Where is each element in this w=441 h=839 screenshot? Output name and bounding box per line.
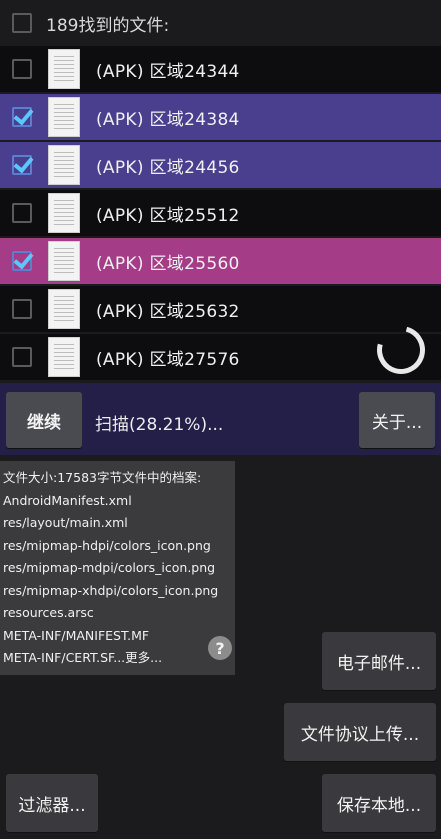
file-name: (APK) 区域24344 bbox=[96, 61, 240, 82]
file-checkbox[interactable] bbox=[12, 107, 32, 127]
document-icon bbox=[48, 193, 80, 233]
archive-entry: META-INF/MANIFEST.MF bbox=[3, 627, 150, 643]
file-checkbox[interactable] bbox=[12, 155, 32, 175]
save-local-button[interactable]: 保存本地... bbox=[322, 774, 436, 832]
file-checkbox[interactable] bbox=[12, 59, 32, 79]
file-name: (APK) 区域24456 bbox=[96, 157, 240, 178]
file-checkbox[interactable] bbox=[12, 251, 32, 271]
select-all-checkbox[interactable] bbox=[12, 13, 32, 33]
document-icon bbox=[48, 289, 80, 329]
file-name: (APK) 区域24384 bbox=[96, 109, 240, 130]
file-info-panel: 文件大小:17583字节文件中的档案: AndroidManifest.xml … bbox=[0, 461, 235, 675]
file-checkbox[interactable] bbox=[12, 347, 32, 367]
file-checkbox[interactable] bbox=[12, 203, 32, 223]
filter-button[interactable]: 过滤器... bbox=[6, 774, 98, 832]
archive-entry: META-INF/CERT.SF...更多... bbox=[3, 650, 163, 665]
scan-progress-text: 扫描(28.21%)... bbox=[95, 415, 224, 435]
file-row[interactable]: (APK) 区域25512 bbox=[0, 190, 441, 236]
continue-button[interactable]: 继续 bbox=[6, 392, 82, 448]
file-name: (APK) 区域25560 bbox=[96, 253, 240, 274]
help-icon[interactable]: ? bbox=[208, 636, 232, 660]
document-icon bbox=[48, 337, 80, 377]
file-checkbox[interactable] bbox=[12, 299, 32, 319]
file-row[interactable]: (APK) 区域25632 bbox=[0, 286, 441, 332]
archive-entry: resources.arsc bbox=[3, 605, 94, 620]
file-row[interactable]: (APK) 区域24456 bbox=[0, 142, 441, 188]
file-name: (APK) 区域25632 bbox=[96, 301, 240, 322]
document-icon bbox=[48, 145, 80, 185]
archive-entry: res/mipmap-xhdpi/colors_icon.png bbox=[3, 582, 219, 598]
file-row[interactable]: (APK) 区域27576 bbox=[0, 334, 441, 380]
about-button[interactable]: 关于... bbox=[359, 392, 435, 448]
file-row[interactable]: (APK) 区域24384 bbox=[0, 94, 441, 140]
file-name: (APK) 区域25512 bbox=[96, 205, 240, 226]
file-row[interactable]: (APK) 区域25560 bbox=[0, 238, 441, 284]
document-icon bbox=[48, 241, 80, 281]
file-list: (APK) 区域24344 (APK) 区域24384 (APK) 区域2445… bbox=[0, 46, 441, 382]
file-row[interactable]: (APK) 区域24344 bbox=[0, 46, 441, 92]
ftp-upload-button[interactable]: 文件协议上传... bbox=[284, 703, 436, 761]
results-title: 189找到的文件: bbox=[46, 15, 170, 36]
archive-entry: AndroidManifest.xml bbox=[3, 492, 132, 508]
archive-entry: res/mipmap-hdpi/colors_icon.png bbox=[3, 537, 211, 553]
document-icon bbox=[48, 49, 80, 89]
document-icon bbox=[48, 97, 80, 137]
file-name: (APK) 区域27576 bbox=[96, 349, 240, 370]
results-header: 189找到的文件: bbox=[0, 0, 441, 46]
email-button[interactable]: 电子邮件... bbox=[322, 632, 436, 690]
file-size-line: 文件大小:17583字节文件中的档案: bbox=[3, 470, 202, 485]
archive-entry: res/layout/main.xml bbox=[3, 515, 128, 530]
archive-entry: res/mipmap-mdpi/colors_icon.png bbox=[3, 560, 216, 575]
